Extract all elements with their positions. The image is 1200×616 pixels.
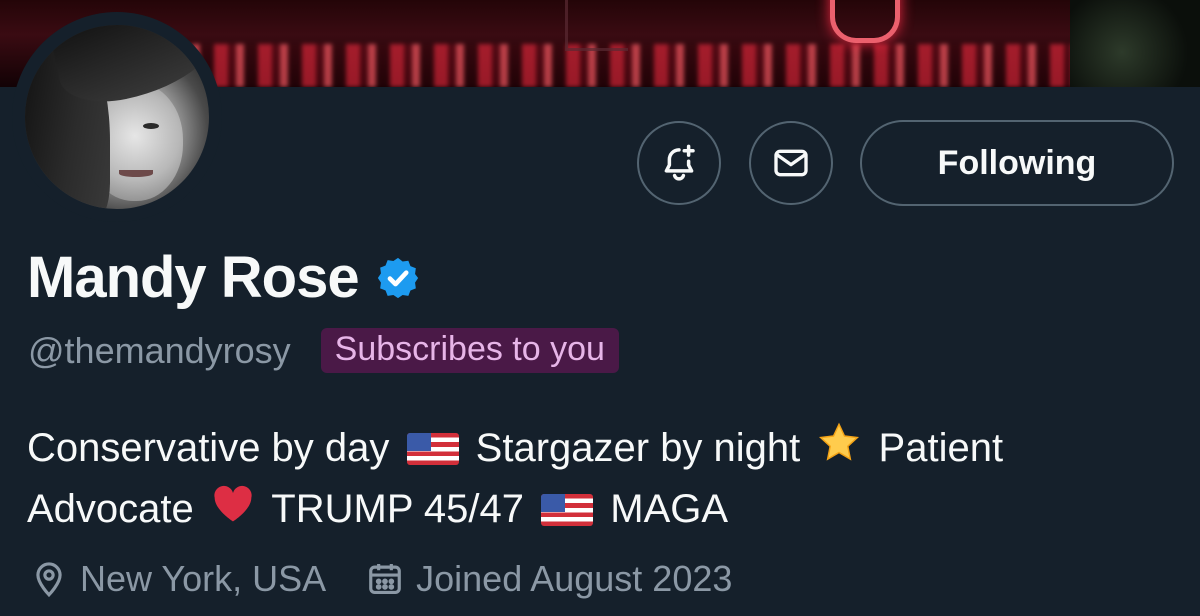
avatar-eye: [143, 123, 159, 129]
bio-text: Stargazer by night: [475, 426, 801, 470]
envelope-icon: [774, 149, 808, 177]
avatar-frame[interactable]: [12, 12, 222, 222]
red-heart-emoji: [214, 485, 252, 522]
star-emoji: [819, 422, 860, 461]
location-pin-icon: [36, 562, 62, 598]
bell-plus-icon: [664, 144, 695, 181]
us-flag-emoji: [541, 494, 594, 526]
banner-dark-corner: [1070, 0, 1200, 87]
location-item: New York, USA: [30, 558, 326, 600]
us-flag-emoji: [406, 433, 459, 465]
following-button[interactable]: Following: [860, 120, 1174, 206]
profile-name: Mandy Rose: [27, 245, 360, 310]
location-text: New York, USA: [80, 558, 327, 599]
banner-neon-sign: [830, 0, 900, 43]
notifications-button[interactable]: [637, 121, 721, 205]
profile-handle: @themandyrosy: [28, 329, 291, 371]
banner-stand: [565, 0, 628, 51]
message-button[interactable]: [749, 121, 833, 205]
avatar-mouth: [119, 170, 153, 177]
bio-text: TRUMP 45/47: [271, 487, 524, 531]
banner-neon-reflection: [170, 44, 1170, 87]
joined-item: Joined August 2023: [366, 558, 732, 600]
calendar-icon: [369, 563, 401, 595]
verified-badge-icon[interactable]: [375, 255, 421, 301]
profile-name-row: Mandy Rose: [27, 244, 421, 311]
bio-text: MAGA: [610, 487, 729, 531]
joined-text: Joined August 2023: [416, 558, 733, 599]
profile-meta: New York, USA Joined August 2023: [30, 558, 732, 600]
bio-text: Conservative by day: [27, 426, 390, 470]
subscribes-badge: Subscribes to you: [320, 328, 619, 373]
profile-bio: Conservative by day Stargazer by night P…: [27, 418, 1177, 540]
avatar[interactable]: [25, 25, 209, 209]
handle-row: @themandyrosy Subscribes to you: [28, 328, 619, 373]
